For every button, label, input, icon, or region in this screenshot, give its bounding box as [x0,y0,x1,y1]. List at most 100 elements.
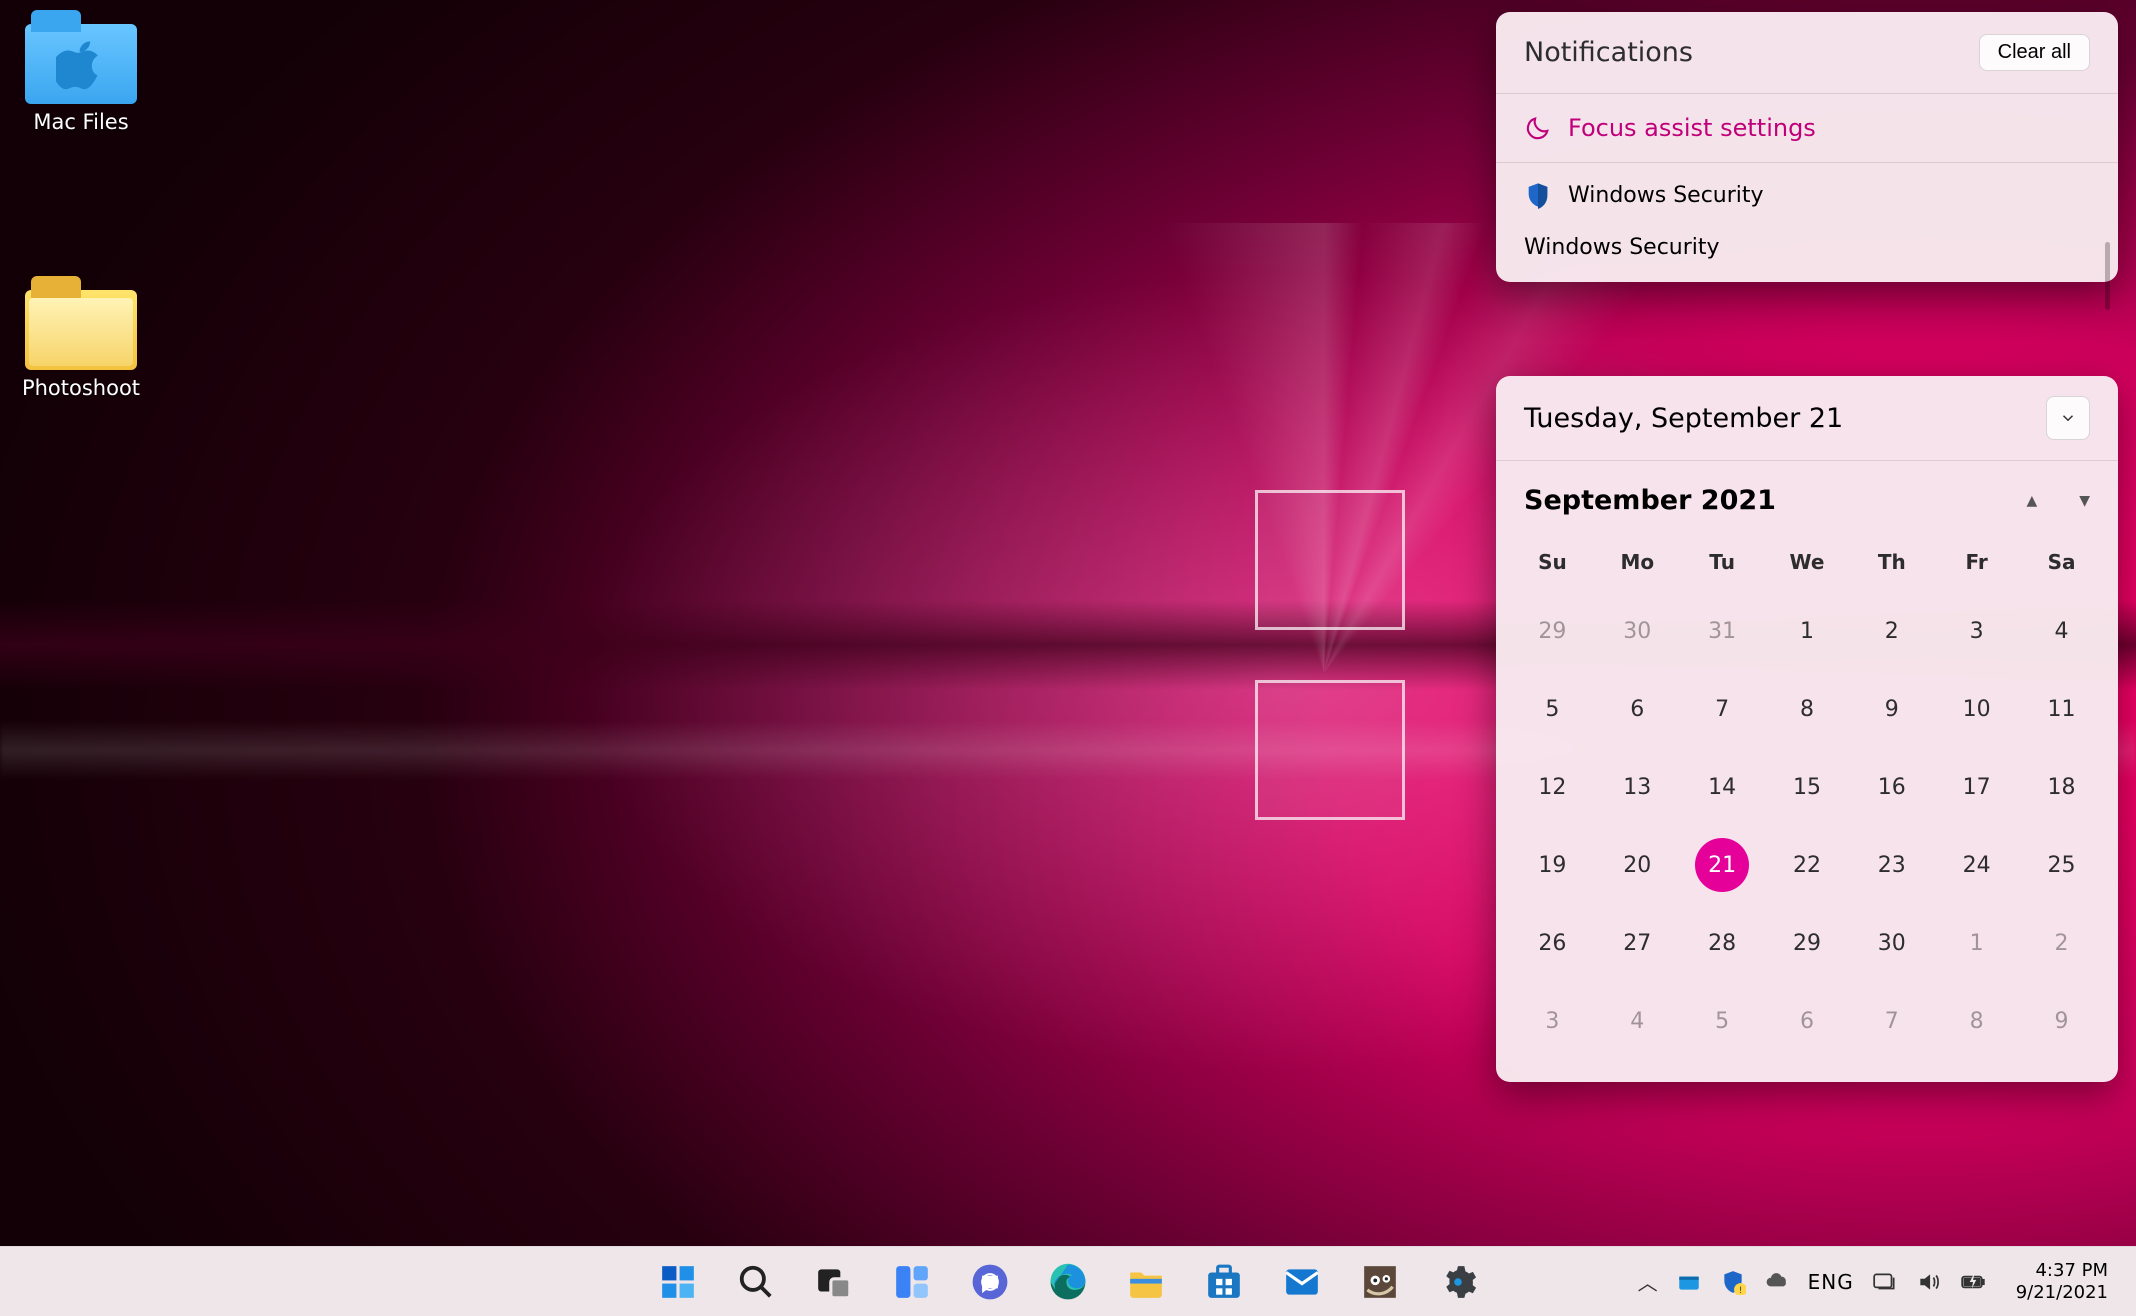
notifications-panel: Notifications Clear all Focus assist set… [1496,12,2118,282]
calendar-day-cell[interactable]: 25 [2019,826,2104,904]
taskbar-file-explorer-button[interactable] [1116,1252,1176,1312]
calendar-day-cell[interactable]: 10 [1934,670,2019,748]
taskbar-start-button[interactable] [648,1252,708,1312]
calendar-day-cell[interactable]: 16 [1849,748,1934,826]
calendar-day-cell[interactable]: 23 [1849,826,1934,904]
tray-app-icon[interactable] [1676,1269,1702,1295]
taskbar-clock[interactable]: 4:37 PM 9/21/2021 [2004,1260,2120,1303]
onedrive-tray-icon[interactable] [1764,1269,1790,1295]
taskbar-search-button[interactable] [726,1252,786,1312]
taskbar-widgets-button[interactable] [882,1252,942,1312]
taskbar-chat-button[interactable] [960,1252,1020,1312]
shield-icon [1524,181,1552,209]
calendar-day-cell[interactable]: 30 [1595,592,1680,670]
calendar-weekday-header: Tu [1680,536,1765,592]
calendar-day-cell[interactable]: 6 [1765,982,1850,1060]
windows-security-tray-icon[interactable]: ! [1720,1269,1746,1295]
calendar-grid: SuMoTuWeThFrSa 2930311234567891011121314… [1510,536,2104,1060]
notification-item-header[interactable]: Windows Security [1496,163,2118,219]
calendar-day-cell[interactable]: 24 [1934,826,2019,904]
mail-icon [1283,1263,1321,1301]
calendar-day-cell[interactable]: 3 [1934,592,2019,670]
calendar-full-date[interactable]: Tuesday, September 21 [1524,403,1843,434]
file-explorer-icon [1127,1263,1165,1301]
calendar-day-cell[interactable]: 8 [1765,670,1850,748]
calendar-day-cell[interactable]: 29 [1510,592,1595,670]
calendar-weekday-header: Sa [2019,536,2104,592]
language-indicator[interactable]: ENG [1808,1270,1854,1294]
start-icon [659,1263,697,1301]
calendar-day-cell[interactable]: 20 [1595,826,1680,904]
volume-tray-icon[interactable] [1916,1269,1942,1295]
focus-assist-settings-link[interactable]: Focus assist settings [1496,94,2118,163]
taskbar-microsoft-store-button[interactable] [1194,1252,1254,1312]
calendar-day-cell[interactable]: 15 [1765,748,1850,826]
task-view-icon [815,1263,853,1301]
calendar-day-cell[interactable]: 1 [1765,592,1850,670]
desktop-icon-label: Mac Files [16,110,146,134]
collapse-calendar-button[interactable] [2046,396,2090,440]
taskbar-gimp-button[interactable] [1350,1252,1410,1312]
calendar-day-cell[interactable]: 31 [1680,592,1765,670]
calendar-day-cell[interactable]: 3 [1510,982,1595,1060]
calendar-day-cell[interactable]: 22 [1765,826,1850,904]
tray-overflow-button[interactable]: ︿ [1638,1267,1658,1296]
calendar-day-cell[interactable]: 4 [1595,982,1680,1060]
chat-icon [971,1263,1009,1301]
network-tray-icon[interactable] [1872,1269,1898,1295]
calendar-day-cell[interactable]: 2 [1849,592,1934,670]
clear-all-button[interactable]: Clear all [1979,34,2090,71]
calendar-day-cell[interactable]: 12 [1510,748,1595,826]
notifications-title: Notifications [1524,37,1693,68]
calendar-day-cell[interactable]: 1 [1934,904,2019,982]
calendar-day-cell[interactable]: 29 [1765,904,1850,982]
desktop-icon-photoshoot[interactable]: Photoshoot [16,290,146,400]
calendar-day-cell[interactable]: 18 [2019,748,2104,826]
desktop-icon-mac-files[interactable]: Mac Files [16,24,146,134]
calendar-day-cell[interactable]: 26 [1510,904,1595,982]
calendar-weekday-header: Mo [1595,536,1680,592]
calendar-day-cell[interactable]: 30 [1849,904,1934,982]
calendar-day-cell[interactable]: 2 [2019,904,2104,982]
calendar-prev-month-button[interactable]: ▲ [2026,493,2037,509]
calendar-day-cell[interactable]: 5 [1510,670,1595,748]
calendar-day-cell[interactable]: 21 [1680,826,1765,904]
calendar-month-label[interactable]: September 2021 [1524,485,1776,516]
notification-item-title[interactable]: Windows Security [1496,219,2118,282]
settings-icon [1439,1263,1477,1301]
search-icon [737,1263,775,1301]
svg-text:!: ! [1738,1285,1741,1294]
calendar-day-cell[interactable]: 4 [2019,592,2104,670]
calendar-day-cell[interactable]: 19 [1510,826,1595,904]
calendar-day-cell[interactable]: 11 [2019,670,2104,748]
calendar-next-month-button[interactable]: ▼ [2079,493,2090,509]
taskbar-mail-button[interactable] [1272,1252,1332,1312]
chevron-down-icon [2059,409,2077,427]
calendar-day-cell[interactable]: 28 [1680,904,1765,982]
scrollbar-thumb[interactable] [2105,242,2110,310]
desktop-icon-label: Photoshoot [16,376,146,400]
taskbar-settings-button[interactable] [1428,1252,1488,1312]
calendar-day-cell[interactable]: 13 [1595,748,1680,826]
focus-assist-label: Focus assist settings [1568,114,1816,142]
calendar-day-cell[interactable]: 27 [1595,904,1680,982]
calendar-day-cell[interactable]: 7 [1680,670,1765,748]
taskbar-task-view-button[interactable] [804,1252,864,1312]
calendar-day-cell[interactable]: 7 [1849,982,1934,1060]
calendar-day-cell[interactable]: 14 [1680,748,1765,826]
calendar-day-cell[interactable]: 6 [1595,670,1680,748]
calendar-weekday-header: Su [1510,536,1595,592]
edge-icon [1049,1263,1087,1301]
calendar-day-cell[interactable]: 9 [1849,670,1934,748]
calendar-weekday-header: Th [1849,536,1934,592]
calendar-day-cell[interactable]: 5 [1680,982,1765,1060]
taskbar-edge-button[interactable] [1038,1252,1098,1312]
calendar-day-cell[interactable]: 8 [1934,982,2019,1060]
taskbar: ︿ ! ENG 4:37 PM 9/21/2021 [0,1246,2136,1316]
folder-icon [25,24,137,104]
calendar-day-cell[interactable]: 17 [1934,748,2019,826]
battery-tray-icon[interactable] [1960,1269,1986,1295]
moon-icon [1524,114,1552,142]
apple-logo-icon [56,38,106,90]
calendar-day-cell[interactable]: 9 [2019,982,2104,1060]
